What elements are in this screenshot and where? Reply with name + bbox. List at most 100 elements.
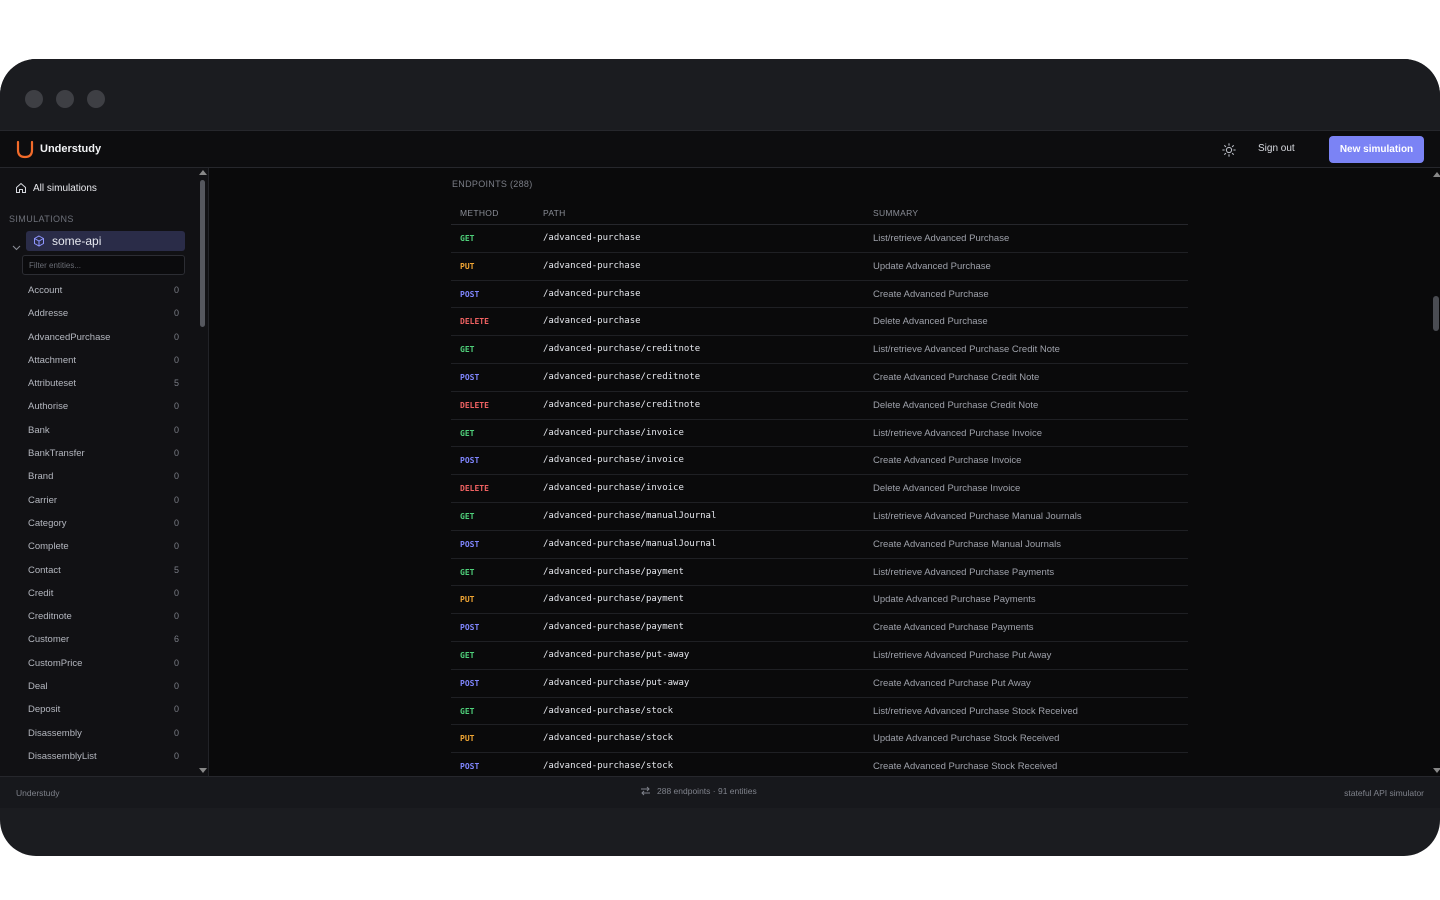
entity-name: Customer bbox=[28, 634, 70, 646]
entity-count: 0 bbox=[174, 704, 180, 715]
sign-out-button[interactable]: Sign out bbox=[1258, 143, 1295, 154]
scroll-up-arrow-icon[interactable] bbox=[199, 170, 207, 175]
endpoint-summary: Create Advanced Purchase Stock Received bbox=[873, 761, 1058, 773]
all-simulations-label: All simulations bbox=[33, 182, 97, 194]
entity-name: Carrier bbox=[28, 494, 58, 506]
method-badge: PUT bbox=[460, 261, 475, 271]
endpoint-summary: Update Advanced Purchase bbox=[873, 260, 991, 272]
entity-item[interactable]: Complete 0 bbox=[0, 535, 200, 558]
table-row[interactable]: GET/advanced-purchase/creditnote List/ret… bbox=[451, 336, 1188, 364]
entity-item[interactable]: Authorise 0 bbox=[0, 395, 200, 418]
entity-item[interactable]: Creditnote 0 bbox=[0, 605, 200, 628]
sun-icon bbox=[1222, 143, 1236, 157]
entity-item[interactable]: Account 0 bbox=[0, 279, 200, 302]
table-row[interactable]: POST/advanced-purchase/creditnote Create … bbox=[451, 364, 1188, 392]
entity-item[interactable]: Customer 6 bbox=[0, 628, 200, 651]
entity-item[interactable]: Credit 0 bbox=[0, 582, 200, 605]
window-minimize-button[interactable] bbox=[56, 90, 74, 108]
table-row[interactable]: GET/advanced-purchase/invoice List/retrie… bbox=[451, 420, 1188, 448]
endpoint-summary: List/retrieve Advanced Purchase Stock Re… bbox=[873, 705, 1078, 717]
method-badge: PUT bbox=[460, 734, 475, 744]
entity-count: 0 bbox=[174, 750, 180, 761]
entity-item[interactable]: Bank 0 bbox=[0, 419, 200, 442]
top-bar: Understudy Sign out New simulation bbox=[0, 130, 1440, 168]
simulation-item-some-api[interactable]: some-api bbox=[26, 231, 185, 251]
entity-item[interactable]: Deposit 0 bbox=[0, 698, 200, 721]
entity-item[interactable]: CustomPrice 0 bbox=[0, 652, 200, 675]
table-row[interactable]: GET/advanced-purchase/manualJournal List/… bbox=[451, 503, 1188, 531]
table-row[interactable]: POST/advanced-purchase/stock Create Advan… bbox=[451, 753, 1188, 776]
understudy-logo-icon[interactable] bbox=[15, 140, 35, 165]
sidebar-scrollbar-thumb[interactable] bbox=[200, 180, 205, 327]
main-scrollbar-thumb[interactable] bbox=[1433, 296, 1439, 331]
new-simulation-button[interactable]: New simulation bbox=[1329, 136, 1424, 163]
entity-list: Account 0 Addresse 0 AdvancedPurchase 0 Attach… bbox=[0, 279, 200, 768]
table-row[interactable]: POST/advanced-purchase/manualJournal Crea… bbox=[451, 531, 1188, 559]
table-row[interactable]: POST/advanced-purchase Create Advanced Pu… bbox=[451, 281, 1188, 309]
entity-count: 0 bbox=[174, 401, 180, 412]
entity-name: Contact bbox=[28, 564, 61, 576]
endpoint-summary: Delete Advanced Purchase Invoice bbox=[873, 483, 1021, 495]
entity-item[interactable]: Attachment 0 bbox=[0, 349, 200, 372]
home-icon bbox=[16, 182, 26, 193]
table-row[interactable]: PUT/advanced-purchase Update Advanced Pur… bbox=[451, 253, 1188, 281]
scroll-down-arrow-icon[interactable] bbox=[1433, 768, 1440, 773]
entity-name: Bank bbox=[28, 424, 50, 436]
table-row[interactable]: GET/advanced-purchase List/retrieve Advan… bbox=[451, 225, 1188, 253]
entity-item[interactable]: Addresse 0 bbox=[0, 302, 200, 325]
endpoint-path: /advanced-purchase/stock bbox=[543, 733, 674, 744]
scroll-down-arrow-icon[interactable] bbox=[199, 768, 207, 773]
entity-item[interactable]: Category 0 bbox=[0, 512, 200, 535]
method-badge: GET bbox=[460, 567, 475, 577]
method-badge: PUT bbox=[460, 595, 475, 605]
entity-item[interactable]: AdvancedPurchase 0 bbox=[0, 326, 200, 349]
entity-item[interactable]: Brand 0 bbox=[0, 465, 200, 488]
endpoint-path: /advanced-purchase/payment bbox=[543, 622, 684, 633]
entity-item[interactable]: Disassembly 0 bbox=[0, 722, 200, 745]
method-badge: GET bbox=[460, 706, 475, 716]
endpoint-path: /advanced-purchase/invoice bbox=[543, 427, 684, 438]
entity-count: 5 bbox=[174, 378, 180, 389]
entity-item[interactable]: Deal 0 bbox=[0, 675, 200, 698]
table-row[interactable]: POST/advanced-purchase/invoice Create Adv… bbox=[451, 447, 1188, 476]
entity-name: Brand bbox=[28, 471, 54, 483]
entity-item[interactable]: Carrier 0 bbox=[0, 489, 200, 512]
entity-count: 0 bbox=[174, 517, 180, 528]
entity-item[interactable]: DisassemblyList 0 bbox=[0, 745, 200, 768]
entity-name: Attachment bbox=[28, 354, 77, 366]
table-row[interactable]: POST/advanced-purchase/put-away Create Ad… bbox=[451, 670, 1188, 698]
scroll-up-arrow-icon[interactable] bbox=[1433, 172, 1440, 177]
table-row[interactable]: GET/advanced-purchase/stock List/retrieve… bbox=[451, 698, 1188, 726]
table-row[interactable]: DELETE/advanced-purchase/invoice Delete A… bbox=[451, 475, 1188, 503]
entity-name: Attributeset bbox=[28, 378, 77, 390]
method-badge: POST bbox=[460, 678, 480, 688]
method-badge: POST bbox=[460, 762, 480, 772]
window-close-button[interactable] bbox=[25, 90, 43, 108]
entity-name: Disassembly bbox=[28, 727, 82, 739]
entity-name: DisassemblyList bbox=[28, 750, 97, 762]
table-row[interactable]: GET/advanced-purchase/payment List/retrie… bbox=[451, 559, 1188, 587]
entity-item[interactable]: Attributeset 5 bbox=[0, 372, 200, 395]
sidebar: All simulations SIMULATIONS some-api Acc… bbox=[0, 168, 209, 776]
theme-toggle-button[interactable] bbox=[1219, 140, 1239, 160]
entity-item[interactable]: BankTransfer 0 bbox=[0, 442, 200, 465]
chevron-down-icon[interactable] bbox=[12, 238, 21, 256]
endpoint-path: /advanced-purchase bbox=[543, 316, 641, 327]
table-row[interactable]: PUT/advanced-purchase/stock Update Advanc… bbox=[451, 725, 1188, 754]
table-row[interactable]: DELETE/advanced-purchase/creditnote Delet… bbox=[451, 392, 1188, 420]
filter-entities-input[interactable] bbox=[22, 255, 185, 275]
entity-item[interactable]: Contact 5 bbox=[0, 559, 200, 582]
table-row[interactable]: PUT/advanced-purchase/payment Update Adva… bbox=[451, 586, 1188, 615]
window-maximize-button[interactable] bbox=[87, 90, 105, 108]
brand-name[interactable]: Understudy bbox=[40, 143, 101, 155]
entity-count: 0 bbox=[174, 587, 180, 598]
app-content: Understudy Sign out New simulation All s… bbox=[0, 130, 1440, 808]
entity-count: 0 bbox=[174, 354, 180, 365]
table-row[interactable]: GET/advanced-purchase/put-away List/retri… bbox=[451, 642, 1188, 670]
table-row[interactable]: POST/advanced-purchase/payment Create Adv… bbox=[451, 614, 1188, 642]
table-row[interactable]: DELETE/advanced-purchase Delete Advanced … bbox=[451, 308, 1188, 337]
endpoint-summary: List/retrieve Advanced Purchase Put Away bbox=[873, 649, 1052, 661]
method-badge: POST bbox=[460, 539, 480, 549]
all-simulations-link[interactable]: All simulations bbox=[15, 182, 97, 194]
endpoint-path: /advanced-purchase/put-away bbox=[543, 677, 690, 688]
